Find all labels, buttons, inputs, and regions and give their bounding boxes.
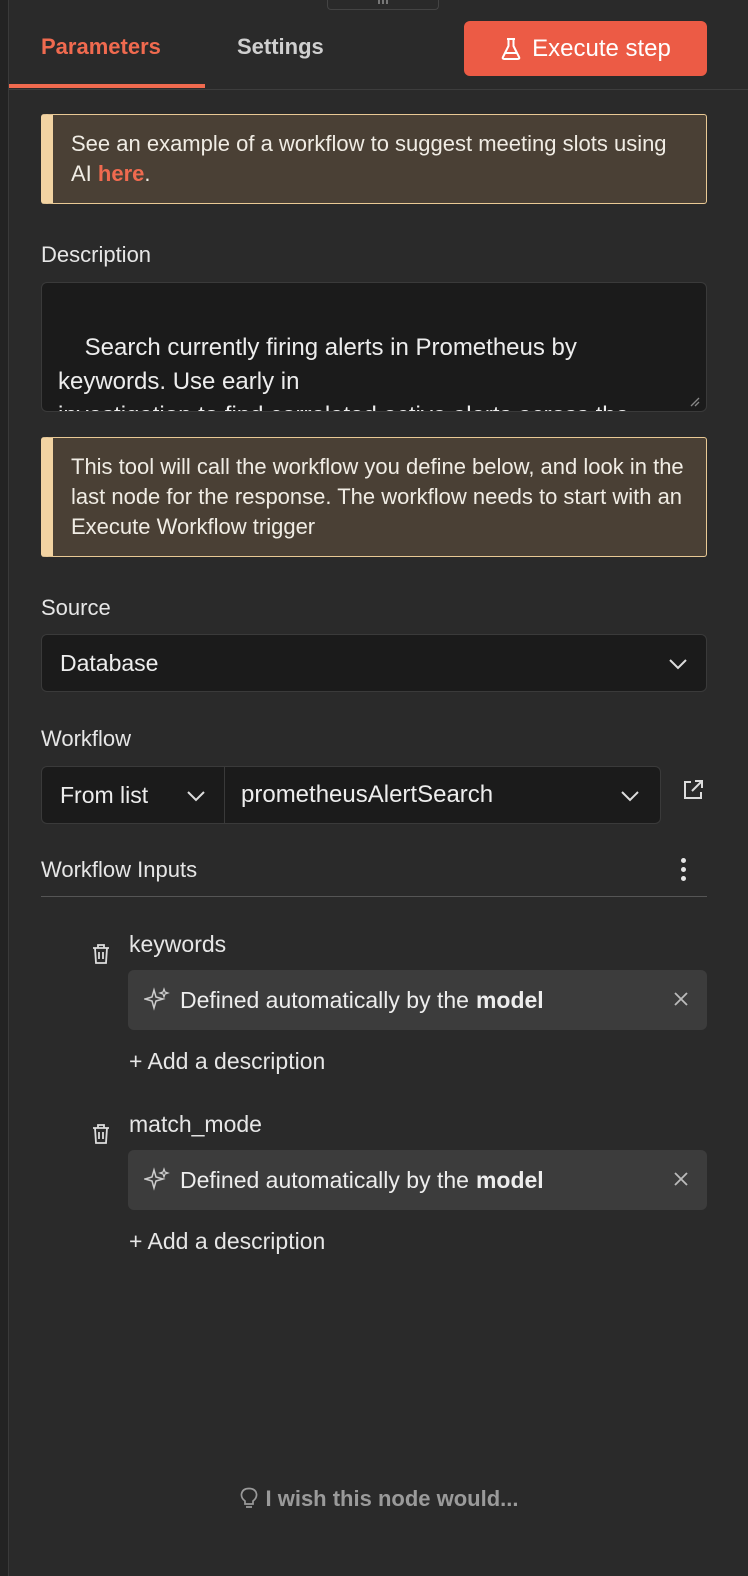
execute-step-button[interactable]: Execute step [464, 21, 707, 76]
description-label: Description [41, 242, 152, 267]
auto-field-bold: model [475, 1166, 544, 1193]
tab-parameters[interactable]: Parameters [41, 34, 161, 60]
close-icon[interactable] [673, 991, 689, 1007]
example-notice-link[interactable]: here [98, 161, 144, 186]
feedback-link[interactable]: I wish this node would... [9, 1486, 748, 1512]
trash-icon[interactable] [92, 943, 110, 965]
tab-settings[interactable]: Settings [237, 34, 324, 60]
divider [41, 896, 707, 897]
close-icon[interactable] [673, 1171, 689, 1187]
description-value: Search currently firing alerts in Promet… [58, 334, 629, 411]
execute-step-label: Execute step [532, 34, 671, 62]
chevron-down-icon [621, 791, 639, 802]
tool-notice-text: This tool will call the workflow you def… [71, 454, 684, 539]
example-notice-suffix: . [144, 161, 151, 186]
chevron-down-icon [187, 791, 205, 802]
auto-field-bold: model [475, 986, 544, 1013]
add-description-button[interactable]: + Add a description [129, 1048, 325, 1075]
auto-field-text: Defined automatically by the [180, 986, 469, 1013]
sparkle-icon [144, 987, 170, 1011]
input-name-keywords: keywords [129, 931, 227, 957]
tool-info-notice: This tool will call the workflow you def… [41, 437, 707, 557]
open-external-icon[interactable] [681, 778, 705, 802]
feedback-text: I wish this node would... [265, 1486, 519, 1511]
workflow-mode-select[interactable]: From list [41, 766, 225, 824]
more-options-icon[interactable] [675, 856, 691, 884]
chevron-down-icon [669, 659, 687, 670]
workflow-value: prometheusAlertSearch [241, 781, 494, 808]
workflow-select[interactable]: prometheusAlertSearch [224, 766, 661, 824]
example-notice-text: See an example of a workflow to suggest … [71, 131, 667, 186]
add-description-button[interactable]: + Add a description [129, 1228, 325, 1255]
description-textarea[interactable]: Search currently firing alerts in Promet… [41, 282, 707, 412]
trash-icon[interactable] [92, 1123, 110, 1145]
source-select[interactable]: Database [41, 634, 707, 692]
input-name-match-mode: match_mode [129, 1111, 262, 1137]
resize-grip-icon[interactable] [688, 395, 700, 407]
auto-defined-field[interactable]: Defined automatically by the model [128, 970, 707, 1030]
auto-field-text: Defined automatically by the [180, 1166, 469, 1193]
example-workflow-notice: See an example of a workflow to suggest … [41, 114, 707, 204]
lightbulb-icon [240, 1487, 257, 1508]
workflow-inputs-label: Workflow Inputs [41, 857, 198, 882]
source-value: Database [60, 649, 159, 676]
workflow-mode-value: From list [60, 781, 149, 808]
active-tab-indicator [9, 84, 205, 88]
source-label: Source [41, 595, 111, 620]
flask-icon [501, 37, 521, 60]
node-parameters-panel: Parameters Settings Execute step See an … [8, 0, 748, 1576]
workflow-label: Workflow [41, 726, 132, 751]
sparkle-icon [144, 1167, 170, 1191]
auto-defined-field[interactable]: Defined automatically by the model [128, 1150, 707, 1210]
panel-tabs: Parameters Settings Execute step [9, 0, 748, 90]
